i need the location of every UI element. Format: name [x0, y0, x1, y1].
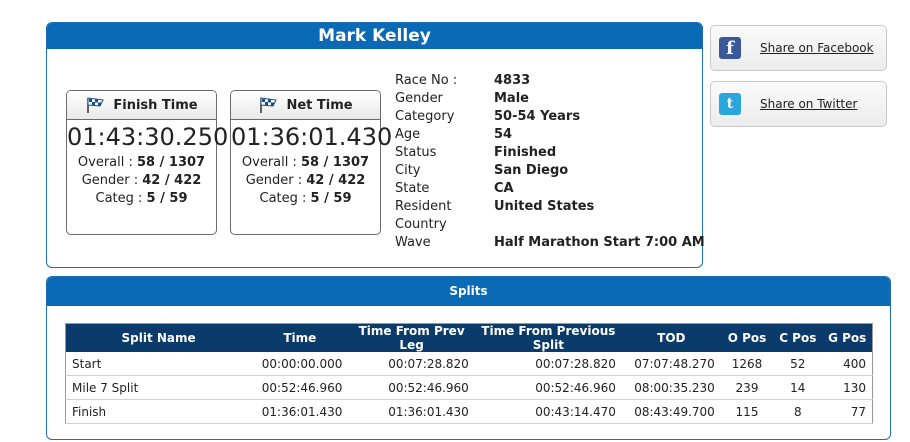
net-time-title: Net Time	[286, 97, 353, 113]
info-value: Half Marathon Start 7:00 AM	[494, 235, 705, 250]
split-c-pos: 14	[773, 375, 823, 400]
net-time-box: Net Time 01:36:01.430 Overall : 58 / 130…	[230, 90, 393, 235]
split-time: 00:00:00.000	[251, 352, 349, 376]
splits-title: Splits	[47, 277, 890, 306]
overall-rank: 58 / 1307	[137, 155, 206, 170]
table-row: Finish 01:36:01.430 01:36:01.430 00:43:1…	[65, 399, 873, 424]
facebook-icon: f	[719, 37, 741, 59]
info-value: 54	[494, 127, 513, 142]
col-time: Time	[251, 323, 349, 352]
share-twitter-button[interactable]: t Share on Twitter	[710, 81, 887, 127]
info-row-wave: Wave Half Marathon Start 7:00 AM	[395, 234, 705, 252]
table-row: Mile 7 Split 00:52:46.960 00:52:46.960 0…	[65, 375, 873, 400]
split-time: 01:36:01.430	[251, 399, 349, 424]
col-c-pos: C Pos	[773, 323, 823, 352]
split-time-prev-split: 00:07:28.820	[474, 352, 622, 376]
split-c-pos: 52	[773, 352, 823, 376]
split-o-pos: 115	[720, 399, 774, 424]
info-label: State	[395, 181, 430, 196]
info-label: Race No :	[395, 73, 458, 88]
info-row-category: Category 50-54 Years	[395, 108, 705, 126]
info-row-gender: Gender Male	[395, 90, 705, 108]
split-name: Finish	[65, 399, 252, 424]
split-name: Start	[65, 352, 252, 376]
athlete-name: Mark Kelley	[47, 23, 702, 49]
info-value: Male	[494, 91, 529, 106]
gender-rank: 42 / 422	[142, 173, 202, 188]
split-tod: 08:00:35.230	[621, 375, 721, 400]
overall-label: Overall :	[241, 155, 297, 170]
info-value: United States	[494, 199, 595, 214]
split-time-prev-leg: 00:07:28.820	[348, 352, 475, 376]
athlete-info: Race No : 4833 Gender Male Category 50-5…	[395, 72, 705, 252]
info-value: 50-54 Years	[494, 109, 581, 124]
split-o-pos: 1268	[720, 352, 774, 376]
finish-time-box: Finish Time 01:43:30.250 Overall : 58 / …	[66, 90, 229, 235]
col-tod: TOD	[621, 323, 721, 352]
table-row: Start 00:00:00.000 00:07:28.820 00:07:28…	[65, 352, 873, 376]
split-tod: 08:43:49.700	[621, 399, 721, 424]
split-tod: 07:07:48.270	[621, 352, 721, 376]
gender-label: Gender :	[81, 173, 139, 188]
info-label: Gender	[395, 91, 443, 106]
col-o-pos: O Pos	[720, 323, 774, 352]
info-label: Status	[395, 145, 437, 160]
categ-label: Categ :	[95, 191, 143, 206]
finish-time-value: 01:43:30.250	[67, 123, 229, 151]
split-name: Mile 7 Split	[65, 375, 252, 400]
info-value: CA	[494, 181, 514, 196]
share-facebook-button[interactable]: f Share on Facebook	[710, 25, 887, 71]
share-twitter-link[interactable]: Share on Twitter	[760, 97, 857, 111]
split-g-pos: 130	[822, 375, 873, 400]
info-row-country: Resident Country United States	[395, 198, 705, 234]
col-time-prev-leg: Time From Prev Leg	[348, 323, 475, 352]
categ-label: Categ :	[259, 191, 307, 206]
info-label: Resident Country	[395, 199, 452, 232]
finish-time-title: Finish Time	[113, 97, 198, 113]
overall-rank: 58 / 1307	[301, 155, 370, 170]
split-time-prev-split: 00:43:14.470	[474, 399, 622, 424]
info-label: Age	[395, 127, 421, 142]
info-label: Wave	[395, 235, 431, 250]
info-row-state: State CA	[395, 180, 705, 198]
info-value: 4833	[494, 73, 531, 88]
col-split-name: Split Name	[65, 323, 252, 352]
info-value: Finished	[494, 145, 557, 160]
split-time-prev-leg: 00:52:46.960	[348, 375, 475, 400]
share-facebook-link[interactable]: Share on Facebook	[760, 41, 874, 55]
overall-label: Overall :	[77, 155, 133, 170]
twitter-icon: t	[719, 93, 741, 115]
categ-rank: 5 / 59	[146, 191, 188, 206]
split-c-pos: 8	[773, 399, 823, 424]
gender-rank: 42 / 422	[306, 173, 366, 188]
split-time-prev-split: 00:52:46.960	[474, 375, 622, 400]
info-row-race-no: Race No : 4833	[395, 72, 705, 90]
col-time-prev-split: Time From Previous Split	[474, 323, 622, 352]
info-row-age: Age 54	[395, 126, 705, 144]
split-time-prev-leg: 01:36:01.430	[348, 399, 475, 424]
split-g-pos: 400	[822, 352, 873, 376]
splits-panel: Splits Split Name Time Time From Prev Le…	[46, 276, 891, 440]
info-label: City	[395, 163, 421, 178]
checkered-flag-icon	[258, 96, 278, 114]
info-label: Category	[395, 109, 455, 124]
categ-rank: 5 / 59	[310, 191, 352, 206]
table-header-row: Split Name Time Time From Prev Leg Time …	[65, 323, 873, 352]
info-value: San Diego	[494, 163, 569, 178]
split-o-pos: 239	[720, 375, 774, 400]
net-time-value: 01:36:01.430	[231, 123, 393, 151]
col-g-pos: G Pos	[822, 323, 873, 352]
info-row-city: City San Diego	[395, 162, 705, 180]
checkered-flag-icon	[85, 96, 105, 114]
info-row-status: Status Finished	[395, 144, 705, 162]
splits-table: Split Name Time Time From Prev Leg Time …	[65, 323, 873, 424]
split-time: 00:52:46.960	[251, 375, 349, 400]
gender-label: Gender :	[245, 173, 303, 188]
split-g-pos: 77	[822, 399, 873, 424]
